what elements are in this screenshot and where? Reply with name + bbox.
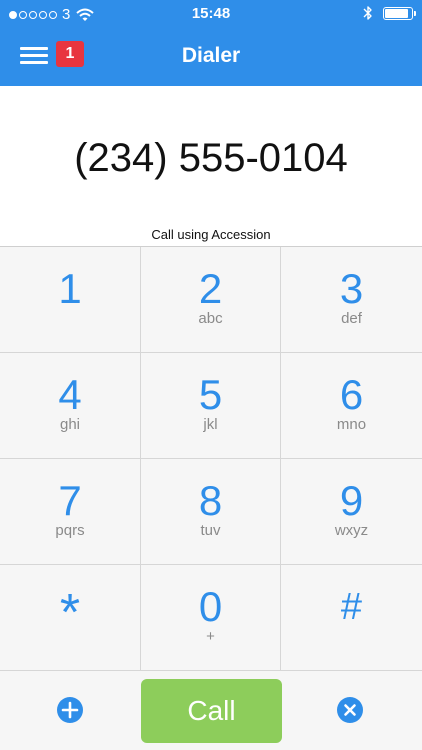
key-2[interactable]: 2 abc [141, 247, 281, 353]
key-hash[interactable]: # [281, 565, 422, 671]
dialed-number: (234) 555-0104 [74, 136, 348, 180]
key-digit: * [59, 584, 81, 642]
key-3[interactable]: 3 def [281, 247, 422, 353]
call-using-label[interactable]: Call using Accession [0, 227, 422, 242]
key-letters: jkl [203, 416, 218, 433]
key-digit: 9 [339, 477, 364, 524]
page-title: Dialer [181, 44, 241, 67]
key-digit: 4 [58, 371, 82, 418]
key-1[interactable]: 1 [0, 247, 141, 353]
key-letters: def [341, 310, 362, 327]
key-digit: 7 [58, 477, 82, 524]
key-digit: 6 [339, 371, 364, 418]
key-digit: 8 [198, 477, 223, 524]
status-bar: 3 15:48 [0, 0, 422, 28]
key-star[interactable]: * [0, 565, 141, 671]
key-digit: 2 [198, 265, 223, 312]
key-0[interactable]: 0 + [141, 565, 281, 671]
dial-keypad: 1 2 abc 3 def 4 ghi 5 jkl 6 mno 7 pqrs 8 tuv 9w… [0, 246, 422, 671]
battery-icon [383, 6, 416, 20]
key-7[interactable]: 7 pqrs [0, 459, 141, 565]
key-9[interactable]: 9 wxyz [281, 459, 422, 565]
key-digit: 1 [58, 265, 82, 312]
number-display: (234) 555-0104 Call using Accession [0, 86, 422, 246]
key-digit: 5 [198, 371, 223, 418]
battery-level [385, 8, 409, 18]
status-right [363, 5, 416, 21]
key-letters: pqrs [55, 522, 85, 539]
key-5[interactable]: 5 jkl [141, 353, 281, 459]
key-letters: tuv [200, 522, 221, 539]
key-letters: ghi [59, 416, 81, 433]
key-6[interactable]: 6 mno [281, 353, 422, 459]
call-button[interactable]: Call [141, 679, 282, 743]
key-letters: + [206, 628, 215, 645]
key-4[interactable]: 4 ghi [0, 353, 141, 459]
key-digit: 0 [198, 583, 223, 630]
add-contact-icon[interactable] [57, 697, 83, 723]
status-time: 15:48 [191, 5, 231, 22]
key-letters: mno [336, 416, 367, 433]
key-8[interactable]: 8 tuv [141, 459, 281, 565]
backspace-icon[interactable] [337, 697, 363, 723]
nav-bar: 1 Dialer [0, 28, 422, 86]
key-letters: wxyz [334, 522, 369, 539]
bottom-bar: Call [0, 670, 422, 750]
bluetooth-icon [363, 6, 372, 20]
key-digit: # [340, 586, 363, 628]
key-digit: 3 [339, 265, 364, 312]
key-letters: abc [198, 310, 223, 327]
